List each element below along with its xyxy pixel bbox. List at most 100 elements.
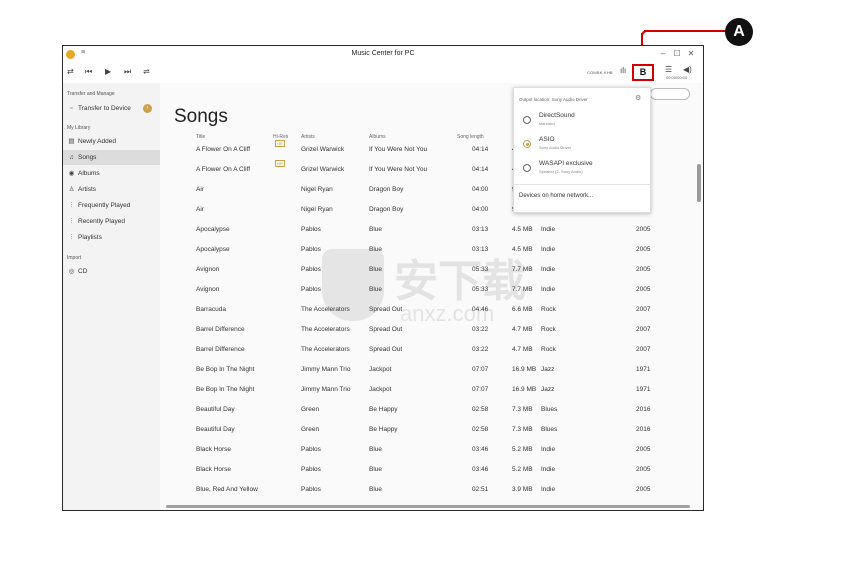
song-genre: Indie (541, 226, 556, 233)
option-subtitle: Sony Audio Driver (539, 145, 572, 150)
song-album: Jackpot (369, 366, 392, 373)
song-length: 04:14 (472, 166, 489, 173)
song-length: 04:00 (472, 186, 489, 193)
song-album: Spread Out (369, 346, 403, 353)
song-length: 03:13 (472, 226, 489, 233)
song-artist: Nigel Ryan (301, 206, 333, 213)
sidebar-item-label: Artists (78, 186, 97, 193)
table-row[interactable]: Be Bop In The Night Jimmy Mann Trio Jackpo… (160, 360, 695, 380)
next-track-icon[interactable]: ⏭ (124, 67, 131, 77)
song-size: 5.2 MB (512, 466, 533, 473)
minimize-button[interactable]: – (657, 49, 669, 59)
output-option-asio[interactable]: ASIO Sony Audio Driver (514, 134, 652, 156)
song-artist: Green (301, 406, 320, 413)
song-size: 16.9 MB (512, 366, 537, 373)
song-album: Blue (369, 226, 383, 233)
divider (514, 184, 652, 185)
song-title: Apocalypse (196, 226, 230, 233)
output-device-popup: Output location: Sony Audio Driver ⚙ Dir… (513, 87, 652, 213)
table-row[interactable]: Be Bop In The Night Jimmy Mann Trio Jackpo… (160, 380, 695, 400)
song-title: Air (196, 206, 204, 213)
sidebar-item-albums[interactable]: ◉ Albums (63, 166, 160, 181)
song-title: Be Bop In The Night (196, 366, 255, 373)
repeat-icon[interactable]: ⇄ (67, 67, 74, 77)
sidebar: Transfer and Manage ▫ Transfer to Device… (63, 83, 160, 510)
table-row[interactable]: Black Horse Pablos Blue 03:46 5.2 MB Indie 200… (160, 460, 695, 480)
search-input[interactable] (650, 88, 690, 100)
song-title: Black Horse (196, 446, 232, 453)
vertical-scrollbar[interactable] (696, 134, 702, 509)
sidebar-item-playlists[interactable]: ⫶ Playlists (63, 230, 160, 245)
album-icon: ◉ (68, 170, 75, 177)
song-album: Dragon Boy (369, 206, 404, 213)
song-album: Blue (369, 446, 383, 453)
gear-icon[interactable]: ⚙ (635, 94, 641, 102)
sidebar-item-recently-played[interactable]: ⫶ Recently Played (63, 214, 160, 229)
sidebar-item-label: Frequently Played (78, 202, 131, 209)
radio-button[interactable] (523, 164, 531, 172)
sidebar-item-cd[interactable]: ◎ CD (63, 264, 160, 279)
chevron-right-icon: › (143, 104, 152, 113)
scroll-thumb-horizontal[interactable] (166, 505, 690, 508)
output-option-wasapi[interactable]: WASAPI exclusive Speaker (2- Sony Audio) (514, 158, 652, 180)
table-row[interactable]: Apocalypse Pablos Blue 03:13 4.5 MB Indie 2005 (160, 220, 695, 240)
horizontal-scrollbar[interactable] (166, 504, 690, 509)
table-row[interactable]: Black Horse Pablos Blue 03:46 5.2 MB Indie 200… (160, 440, 695, 460)
watermark-shield-icon (322, 249, 384, 321)
song-year: 2005 (636, 286, 651, 293)
song-title: Blue, Red And Yellow (196, 486, 258, 493)
sidebar-item-frequently-played[interactable]: ⫶ Frequently Played (63, 198, 160, 213)
hires-badge: HR (275, 160, 285, 167)
radio-button-selected[interactable] (523, 140, 531, 148)
song-artist: Pablos (301, 246, 321, 253)
option-subtitle: Speaker (2- Sony Audio) (539, 169, 583, 174)
song-year: 2007 (636, 346, 651, 353)
table-row[interactable]: Barrel Difference The Accelerators Spread … (160, 340, 695, 360)
sidebar-item-songs[interactable]: ♫ Songs (63, 150, 160, 165)
table-row[interactable]: Blue, Red And Yellow Pablos Blue 02:51 3.9 M… (160, 480, 695, 500)
scroll-thumb[interactable] (697, 164, 701, 202)
sidebar-item-label: Songs (78, 154, 97, 161)
sidebar-item-newly-added[interactable]: ▤ Newly Added (63, 134, 160, 149)
table-row[interactable]: Beautiful Day Green Be Happy 02:58 7.3 MB Blu… (160, 400, 695, 420)
song-year: 2005 (636, 226, 651, 233)
playlist-icon: ⫶ (70, 218, 73, 225)
playback-time: 00:00/00:00 (666, 75, 688, 80)
playlist-icon[interactable]: ☰ (665, 65, 672, 74)
song-title: Barracuda (196, 306, 226, 313)
song-genre: Jazz (541, 386, 555, 393)
sidebar-item-label: Playlists (78, 234, 102, 241)
song-length: 02:58 (472, 426, 489, 433)
song-length: 03:22 (472, 346, 489, 353)
cd-icon: ◎ (68, 268, 75, 275)
music-note-icon: ♫ (69, 154, 74, 161)
song-size: 7.3 MB (512, 406, 533, 413)
option-title: WASAPI exclusive (539, 160, 593, 167)
output-option-directsound[interactable]: DirectSound standard (514, 110, 652, 132)
option-title: ASIO (539, 136, 555, 143)
close-button[interactable]: ✕ (685, 49, 697, 59)
shuffle-icon[interactable]: ⇌ (143, 67, 150, 77)
sidebar-item-label: Recently Played (78, 218, 125, 225)
maximize-button[interactable]: ☐ (671, 49, 683, 59)
song-title: Air (196, 186, 204, 193)
song-title: Black Horse (196, 466, 232, 473)
sidebar-item-label: Albums (78, 170, 100, 177)
device-icon: ▫ (70, 105, 73, 112)
volume-icon[interactable]: ◀) (683, 65, 692, 74)
player-bar: ⇄ ⏮ ▶ ⏭ ⇌ COMBK KHB ılı B ☰ ◀) 00:00/00:… (63, 63, 703, 83)
equalizer-icon[interactable]: ılı (620, 66, 626, 75)
song-album: Be Happy (369, 406, 398, 413)
home-network-devices-link[interactable]: Devices on home network... (519, 193, 593, 199)
song-album: Dragon Boy (369, 186, 404, 193)
previous-track-icon[interactable]: ⏮ (85, 67, 92, 77)
sidebar-item-transfer[interactable]: ▫ Transfer to Device › (63, 101, 160, 116)
radio-button[interactable] (523, 116, 531, 124)
output-select-button[interactable]: B (632, 64, 654, 81)
song-artist: Jimmy Mann Trio (301, 366, 351, 373)
person-icon: ♙ (68, 186, 75, 193)
sidebar-item-artists[interactable]: ♙ Artists (63, 182, 160, 197)
play-icon[interactable]: ▶ (105, 67, 111, 77)
section-import: Import (67, 255, 82, 261)
table-row[interactable]: Beautiful Day Green Be Happy 02:58 7.3 MB Blu… (160, 420, 695, 440)
